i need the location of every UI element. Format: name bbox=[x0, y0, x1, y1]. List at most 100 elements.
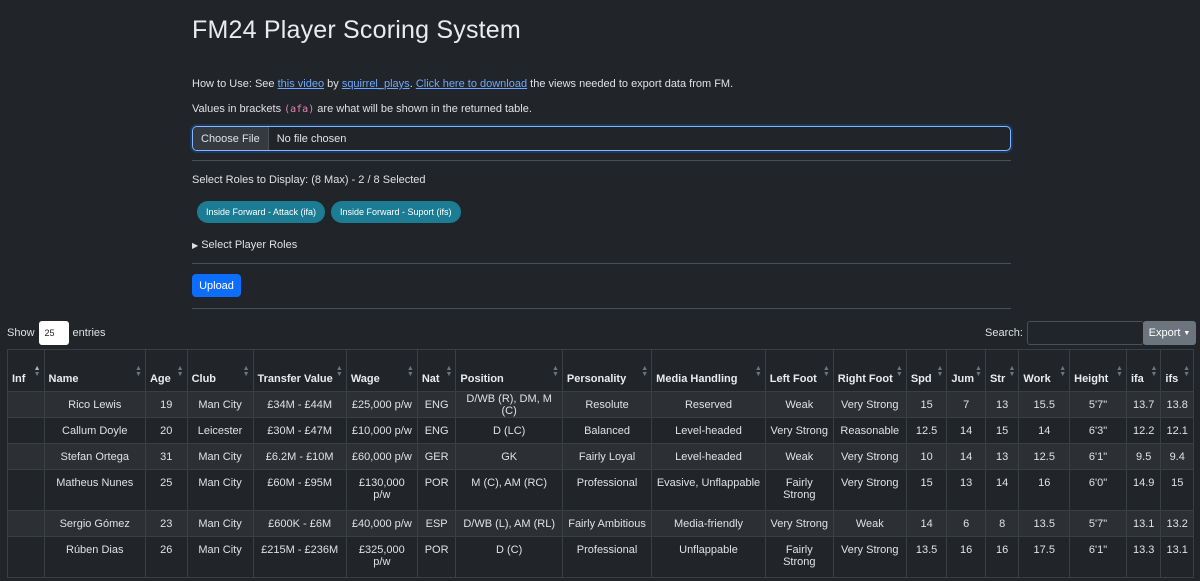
table-cell-left-foot: Very Strong bbox=[764, 510, 834, 537]
table-cell-name: Callum Doyle bbox=[43, 417, 146, 444]
column-header-ifs[interactable]: ifs ▲ ▼ bbox=[1160, 349, 1194, 392]
show-entries: Show 25 entries bbox=[7, 321, 106, 345]
table-cell-inf bbox=[7, 391, 45, 418]
choose-file-button[interactable]: Choose File bbox=[193, 127, 269, 150]
author-link[interactable]: squirrel_plays bbox=[342, 78, 410, 90]
column-header-age[interactable]: Age ▲ ▼ bbox=[144, 349, 188, 392]
table-cell-name: Rico Lewis bbox=[43, 391, 146, 418]
table-cell-personality: Resolute bbox=[561, 391, 653, 418]
table-cell-age: 26 bbox=[144, 536, 188, 578]
table-cell-media-handling: Level-headed bbox=[651, 417, 766, 444]
column-header-str[interactable]: Str ▲ ▼ bbox=[984, 349, 1020, 392]
column-header-left-foot[interactable]: Left Foot ▲ ▼ bbox=[764, 349, 834, 392]
column-header-wage[interactable]: Wage ▲ ▼ bbox=[345, 349, 418, 392]
table-cell-ifa: 12.2 bbox=[1125, 417, 1162, 444]
download-link[interactable]: Click here to download bbox=[416, 78, 527, 90]
column-header-position[interactable]: Position ▲ ▼ bbox=[455, 349, 563, 392]
table-cell-position: M (C), AM (RC) bbox=[455, 469, 563, 511]
video-link[interactable]: this video bbox=[278, 78, 324, 90]
table-cell-spd: 15 bbox=[905, 469, 948, 511]
column-header-ifa[interactable]: ifa ▲ ▼ bbox=[1125, 349, 1162, 392]
search-label: Search: bbox=[985, 327, 1023, 339]
column-header-nat[interactable]: Nat ▲ ▼ bbox=[416, 349, 457, 392]
column-header-transfer-value[interactable]: Transfer Value ▲ ▼ bbox=[252, 349, 347, 392]
sort-icon: ▲ ▼ bbox=[242, 364, 250, 378]
select-player-roles-toggle[interactable]: ▶ Select Player Roles bbox=[192, 239, 297, 251]
table-cell-age: 31 bbox=[144, 443, 188, 470]
roles-label: Select Roles to Display: (8 Max) - 2 / 8… bbox=[192, 174, 426, 186]
column-header-label: Age bbox=[149, 373, 171, 385]
table-cell-nat: POR bbox=[416, 469, 457, 511]
table-cell-ifs: 13.8 bbox=[1160, 391, 1194, 418]
table-row[interactable]: Rúben Dias 26 Man City £215M - £236M £325,00… bbox=[7, 536, 1194, 578]
column-header-name[interactable]: Name ▲ ▼ bbox=[43, 349, 146, 392]
table-cell-work: 14 bbox=[1018, 417, 1071, 444]
upload-button[interactable]: Upload bbox=[192, 274, 241, 297]
table-cell-personality: Fairly Ambitious bbox=[561, 510, 653, 537]
column-header-height[interactable]: Height ▲ ▼ bbox=[1069, 349, 1127, 392]
table-cell-spd: 13.5 bbox=[905, 536, 948, 578]
table-row[interactable]: Rico Lewis 19 Man City £34M - £44M £25,000 p… bbox=[7, 391, 1194, 418]
page-title: FM24 Player Scoring System bbox=[192, 16, 521, 44]
table-cell-wage: £40,000 p/w bbox=[345, 510, 418, 537]
column-header-label: Name bbox=[48, 373, 79, 385]
table-cell-right-foot: Very Strong bbox=[832, 443, 907, 470]
table-cell-age: 20 bbox=[144, 417, 188, 444]
table-cell-wage: £25,000 p/w bbox=[345, 391, 418, 418]
table-cell-inf bbox=[7, 469, 45, 511]
sort-icon: ▲ ▼ bbox=[406, 364, 414, 378]
table-cell-transfer-value: £30M - £47M bbox=[252, 417, 347, 444]
file-input[interactable]: Choose File No file chosen bbox=[192, 126, 1011, 151]
table-cell-work: 17.5 bbox=[1018, 536, 1071, 578]
column-header-personality[interactable]: Personality ▲ ▼ bbox=[561, 349, 653, 392]
sort-icon: ▲ ▼ bbox=[33, 364, 41, 378]
role-pill-ifa[interactable]: Inside Forward - Attack (ifa) bbox=[197, 201, 326, 223]
search-input[interactable] bbox=[1026, 321, 1144, 345]
table-cell-position: GK bbox=[455, 443, 563, 470]
table-cell-nat: GER bbox=[416, 443, 457, 470]
sort-icon: ▲ ▼ bbox=[1150, 364, 1158, 378]
table-row[interactable]: Sergio Gómez 23 Man City £600K - £6M £40,000… bbox=[7, 510, 1194, 537]
table-row[interactable]: Stefan Ortega 31 Man City £6.2M - £10M £60,0… bbox=[7, 443, 1194, 470]
export-button[interactable]: Export ▼ bbox=[1143, 321, 1196, 345]
sort-icon: ▲ ▼ bbox=[335, 364, 343, 378]
column-header-work[interactable]: Work ▲ ▼ bbox=[1018, 349, 1071, 392]
table-cell-jum: 13 bbox=[946, 469, 986, 511]
column-header-inf[interactable]: Inf ▲ ▼ bbox=[7, 349, 45, 392]
table-row[interactable]: Matheus Nunes 25 Man City £60M - £95M £130,0… bbox=[7, 469, 1194, 511]
table-cell-club: Man City bbox=[186, 510, 254, 537]
values-note-prefix: Values in brackets bbox=[192, 103, 285, 115]
players-table: Inf ▲ ▼ Name ▲ ▼ Age ▲ ▼ Club ▲ ▼ Transfer Value ▲ ▼ Wa… bbox=[7, 349, 1194, 578]
values-note-code: (afa) bbox=[284, 104, 315, 115]
sort-icon: ▲ ▼ bbox=[754, 364, 762, 378]
divider bbox=[192, 263, 1011, 264]
table-cell-media-handling: Unflappable bbox=[651, 536, 766, 578]
table-cell-left-foot: Fairly Strong bbox=[764, 469, 834, 511]
column-header-label: Wage bbox=[350, 373, 380, 385]
table-row[interactable]: Callum Doyle 20 Leicester £30M - £47M £10,00… bbox=[7, 417, 1194, 444]
column-header-label: Position bbox=[460, 373, 504, 385]
table-cell-work: 15.5 bbox=[1018, 391, 1071, 418]
column-header-media-handling[interactable]: Media Handling ▲ ▼ bbox=[651, 349, 766, 392]
table-cell-jum: 14 bbox=[946, 417, 986, 444]
column-header-right-foot[interactable]: Right Foot ▲ ▼ bbox=[832, 349, 907, 392]
sort-icon: ▲ ▼ bbox=[895, 364, 903, 378]
column-header-jum[interactable]: Jum ▲ ▼ bbox=[946, 349, 986, 392]
role-pill-ifs[interactable]: Inside Forward - Suport (ifs) bbox=[331, 201, 461, 223]
column-header-club[interactable]: Club ▲ ▼ bbox=[186, 349, 254, 392]
table-cell-str: 16 bbox=[984, 536, 1020, 578]
table-cell-age: 25 bbox=[144, 469, 188, 511]
table-cell-name: Sergio Gómez bbox=[43, 510, 146, 537]
table-cell-position: D (C) bbox=[455, 536, 563, 578]
table-cell-left-foot: Fairly Strong bbox=[764, 536, 834, 578]
table-cell-age: 23 bbox=[144, 510, 188, 537]
column-header-spd[interactable]: Spd ▲ ▼ bbox=[905, 349, 948, 392]
table-cell-club: Man City bbox=[186, 536, 254, 578]
export-label: Export bbox=[1148, 327, 1181, 339]
table-cell-right-foot: Reasonable bbox=[832, 417, 907, 444]
table-cell-right-foot: Very Strong bbox=[832, 391, 907, 418]
sort-icon: ▲ ▼ bbox=[1116, 364, 1123, 378]
entries-select[interactable]: 25 bbox=[38, 321, 69, 345]
sort-icon: ▲ ▼ bbox=[135, 364, 142, 378]
sort-icon: ▲ ▼ bbox=[1008, 364, 1016, 378]
